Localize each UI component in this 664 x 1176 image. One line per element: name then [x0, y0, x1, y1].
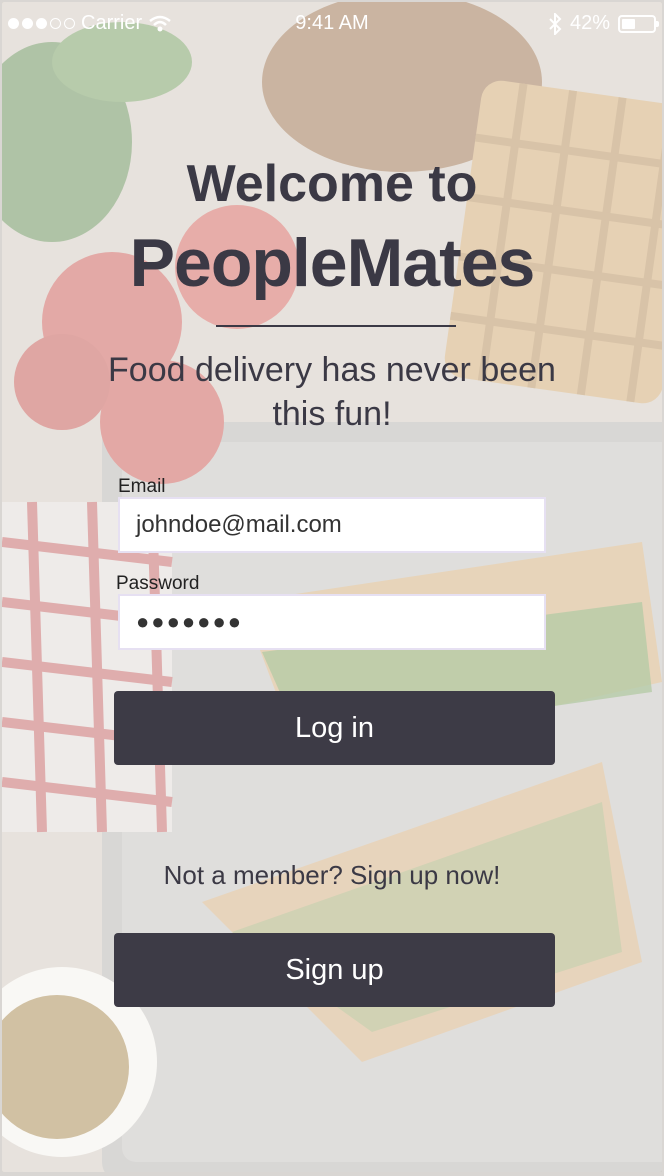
email-label: Email — [118, 476, 166, 497]
title-divider — [216, 325, 456, 327]
battery-icon — [618, 14, 659, 33]
password-value: ●●●●●●● — [136, 609, 244, 634]
email-field[interactable]: johndoe@mail.com — [118, 497, 546, 553]
signup-button-label: Sign up — [285, 953, 384, 986]
email-value: johndoe@mail.com — [136, 511, 342, 538]
bluetooth-icon — [549, 12, 562, 35]
login-button-label: Log in — [294, 711, 374, 744]
battery-fill — [622, 18, 635, 29]
status-right: 42% — [548, 12, 659, 35]
tagline-text: Food delivery has never been this fun! — [108, 351, 556, 433]
password-label: Password — [116, 573, 200, 594]
signup-button[interactable]: Sign up — [114, 933, 555, 1007]
app-name-title: PeopleMates — [129, 225, 536, 301]
battery-percent: 42% — [569, 12, 610, 34]
signup-prompt: Not a member? Sign up now! — [163, 860, 501, 890]
app-screen: Carrier 9:41 AM 42% Welcome to PeopleMat… — [2, 2, 662, 1172]
status-bar: Carrier 9:41 AM 42% — [2, 2, 662, 46]
welcome-heading: Welcome to — [186, 155, 478, 213]
password-field[interactable]: ●●●●●●● — [118, 594, 546, 650]
login-button[interactable]: Log in — [114, 691, 555, 765]
